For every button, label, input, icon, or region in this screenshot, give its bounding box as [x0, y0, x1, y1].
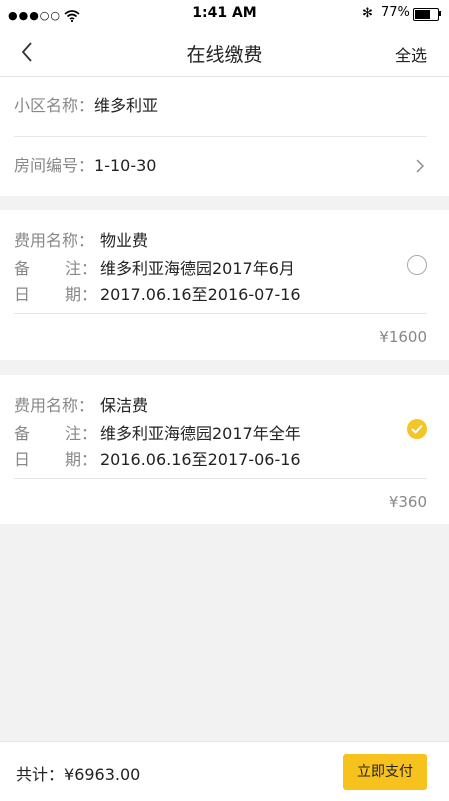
fee-note-label-part: 注：: [65, 259, 98, 278]
pay-now-button[interactable]: 立即支付: [343, 754, 427, 790]
fee-date-line: 日 期： 2016.06.16至2017-06-16: [14, 449, 301, 471]
bluetooth-icon: ✻: [362, 6, 373, 21]
fee-note-line: 备 注： 维多利亚海德园2017年全年: [14, 423, 301, 445]
select-all-button[interactable]: 全选: [395, 42, 427, 66]
fee-date-label: 日 期：: [14, 449, 100, 471]
divider: [14, 478, 427, 479]
fee-date-line: 日 期： 2017.06.16至2016-07-16: [14, 284, 301, 306]
divider: [14, 313, 427, 314]
battery-percent: 77%: [381, 5, 410, 20]
battery-level: [415, 10, 430, 19]
fee-name-value: 物业费: [100, 231, 149, 250]
status-bar: ●●●○○ 1:41 AM ✻ 77%: [0, 0, 449, 28]
page-title: 在线缴费: [186, 44, 263, 66]
fee-date-label-part: 期：: [65, 450, 98, 469]
total-amount: 共计：¥6963.00: [16, 761, 140, 785]
fee-name-label: 费用名称：: [14, 396, 95, 415]
community-info-card: 小区名称：维多利亚 房间编号：1-10-30: [0, 77, 449, 196]
fee-date-label-part: 日: [14, 450, 31, 469]
fee-name-label: 费用名称：: [14, 231, 95, 250]
fee-date-value: 2016.06.16至2017-06-16: [100, 450, 301, 469]
room-number-label: 房间编号：: [14, 156, 95, 175]
fee-date-label-part: 日: [14, 285, 31, 304]
fee-select-radio[interactable]: [407, 255, 427, 275]
fee-name-value: 保洁费: [100, 396, 149, 415]
chevron-right-icon: [416, 159, 424, 173]
battery-icon: [413, 8, 439, 21]
fee-name-line: 费用名称： 物业费: [14, 230, 148, 252]
total-value: ¥6963.00: [64, 765, 141, 784]
room-number-row[interactable]: 房间编号：1-10-30: [14, 137, 427, 195]
fee-note-label-part: 注：: [65, 424, 98, 443]
community-name-row: 小区名称：维多利亚: [14, 77, 427, 135]
checkmark-icon: [411, 424, 423, 434]
bottom-bar: 共计：¥6963.00 立即支付: [0, 741, 449, 801]
community-name-value: 维多利亚: [94, 96, 159, 115]
community-name-label: 小区名称：: [14, 96, 95, 115]
fee-note-label: 备 注：: [14, 258, 100, 280]
fee-note-label-part: 备: [14, 259, 31, 278]
nav-bar: 在线缴费 全选: [0, 28, 449, 77]
room-number-value: 1-10-30: [94, 156, 157, 175]
fee-card[interactable]: 费用名称： 保洁费 备 注： 维多利亚海德园2017年全年 日 期： 2016.06.16…: [0, 375, 449, 524]
fee-note-label-part: 备: [14, 424, 31, 443]
fee-name-line: 费用名称： 保洁费: [14, 395, 148, 417]
fee-note-value: 维多利亚海德园2017年6月: [100, 259, 295, 278]
fee-select-radio[interactable]: [407, 419, 427, 439]
battery-cap: [439, 11, 441, 16]
fee-note-value: 维多利亚海德园2017年全年: [100, 424, 301, 443]
fee-price: ¥1600: [379, 328, 427, 346]
fee-card[interactable]: 费用名称： 物业费 备 注： 维多利亚海德园2017年6月 日 期： 2017.06.16…: [0, 210, 449, 360]
fee-price: ¥360: [388, 493, 427, 511]
total-label: 共计：: [16, 765, 65, 784]
fee-date-value: 2017.06.16至2016-07-16: [100, 285, 301, 304]
fee-note-line: 备 注： 维多利亚海德园2017年6月: [14, 258, 295, 280]
fee-note-label: 备 注：: [14, 423, 100, 445]
fee-date-label: 日 期：: [14, 284, 100, 306]
fee-date-label-part: 期：: [65, 285, 98, 304]
